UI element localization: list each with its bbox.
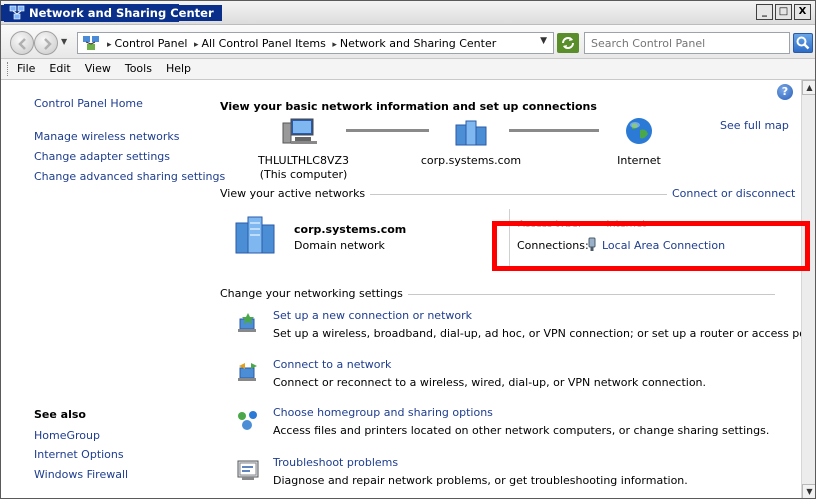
title-bar: Network and Sharing Center _ □ X: [1, 1, 815, 25]
search-input[interactable]: [585, 33, 789, 53]
window-title: Network and Sharing Center: [1, 5, 222, 21]
menu-tools[interactable]: Tools: [118, 59, 159, 79]
sidebar-link-advanced-sharing[interactable]: Change advanced sharing settings: [34, 170, 225, 183]
see-also-windows-firewall[interactable]: Windows Firewall: [34, 468, 128, 481]
troubleshoot-icon: [237, 460, 259, 480]
back-arrow-icon: [18, 38, 26, 50]
menu-view[interactable]: View: [78, 59, 118, 79]
search-button[interactable]: [793, 33, 813, 53]
task-homegroup-link[interactable]: Choose homegroup and sharing options: [273, 406, 493, 419]
crumb-all-items[interactable]: All Control Panel Items: [202, 37, 326, 50]
refresh-button[interactable]: [557, 33, 579, 53]
task-troubleshoot-desc: Diagnose and repair network problems, or…: [273, 474, 688, 487]
highlight-box: [492, 221, 810, 271]
refresh-icon: [562, 37, 574, 49]
forward-button[interactable]: [34, 31, 58, 55]
task-connect-network-desc: Connect or reconnect to a wireless, wire…: [273, 376, 707, 389]
see-also-homegroup[interactable]: HomeGroup: [34, 429, 100, 442]
change-settings-label: Change your networking settings: [220, 287, 408, 300]
scroll-up-button[interactable]: ▲: [802, 80, 815, 95]
page-title: View your basic network information and …: [220, 100, 597, 113]
task-homegroup-desc: Access files and printers located on oth…: [273, 424, 770, 437]
maximize-button[interactable]: □: [775, 4, 792, 20]
active-networks-label: View your active networks: [220, 187, 371, 200]
see-full-map-link[interactable]: See full map: [720, 119, 789, 132]
address-dropdown[interactable]: ▼: [540, 36, 547, 46]
menu-help[interactable]: Help: [159, 59, 198, 79]
sidebar-link-control-panel-home[interactable]: Control Panel Home: [34, 97, 143, 110]
network-map-name: corp.systems.com: [420, 154, 522, 167]
main-panel: ? View your basic network information an…: [206, 81, 815, 498]
close-button[interactable]: X: [794, 4, 811, 20]
crumb-control-panel[interactable]: Control Panel: [115, 37, 188, 50]
address-bar: ▼ ▸ Control Panel ▸ All Control Panel Item…: [1, 25, 815, 59]
connect-disconnect-link[interactable]: Connect or disconnect: [667, 187, 796, 200]
sidebar-link-adapter-settings[interactable]: Change adapter settings: [34, 150, 170, 163]
task-troubleshoot-link[interactable]: Troubleshoot problems: [273, 456, 398, 469]
active-network-name: corp.systems.com: [294, 223, 407, 236]
task-new-connection-desc: Set up a wireless, broadband, dial-up, a…: [273, 327, 816, 340]
sidebar: Control Panel Home Manage wireless netwo…: [1, 81, 225, 498]
computer-subtitle: (This computer): [259, 168, 348, 181]
task-connect-network-link[interactable]: Connect to a network: [273, 358, 391, 371]
recent-pages-dropdown[interactable]: ▼: [61, 37, 67, 46]
search-icon: [796, 36, 810, 50]
task-new-connection-link[interactable]: Set up a new connection or network: [273, 309, 472, 322]
menu-edit[interactable]: Edit: [42, 59, 77, 79]
see-also-internet-options[interactable]: Internet Options: [34, 448, 124, 461]
computer-icon: [282, 118, 317, 144]
internet-label: Internet: [617, 154, 661, 167]
crumb-network-center[interactable]: Network and Sharing Center: [340, 37, 496, 50]
network-center-icon: [9, 5, 25, 20]
help-icon[interactable]: ?: [777, 84, 793, 100]
scroll-down-button[interactable]: ▼: [802, 484, 815, 498]
computer-name: THLULTHLC8VZ3: [257, 154, 350, 167]
computer-network-line: [346, 129, 429, 132]
sidebar-link-manage-wireless[interactable]: Manage wireless networks: [34, 130, 179, 143]
back-button[interactable]: [10, 31, 34, 55]
control-panel-icon: [83, 36, 99, 50]
content-area: Control Panel Home Manage wireless netwo…: [1, 81, 815, 498]
menu-bar: File Edit View Tools Help: [1, 59, 815, 80]
connect-network-icon: [238, 363, 257, 381]
network-internet-line: [509, 129, 599, 132]
window: Network and Sharing Center _ □ X ▼ ▸ Con…: [0, 0, 816, 499]
domain-network-large-icon: [235, 216, 275, 254]
homegroup-icon: [238, 411, 257, 430]
vertical-scrollbar[interactable]: ▲ ▼: [801, 80, 815, 498]
internet-globe-icon: [626, 118, 652, 144]
breadcrumb-bar[interactable]: ▸ Control Panel ▸ All Control Panel Items …: [77, 32, 554, 54]
active-network-type: Domain network: [294, 239, 385, 252]
domain-network-icon: [455, 120, 487, 146]
forward-arrow-icon: [44, 38, 52, 50]
menu-file[interactable]: File: [10, 59, 42, 79]
see-also-heading: See also: [34, 408, 86, 421]
new-connection-icon: [238, 313, 256, 332]
search-box[interactable]: [584, 32, 790, 54]
breadcrumb: ▸ Control Panel ▸ All Control Panel Items …: [107, 37, 497, 50]
minimize-button[interactable]: _: [756, 4, 773, 20]
